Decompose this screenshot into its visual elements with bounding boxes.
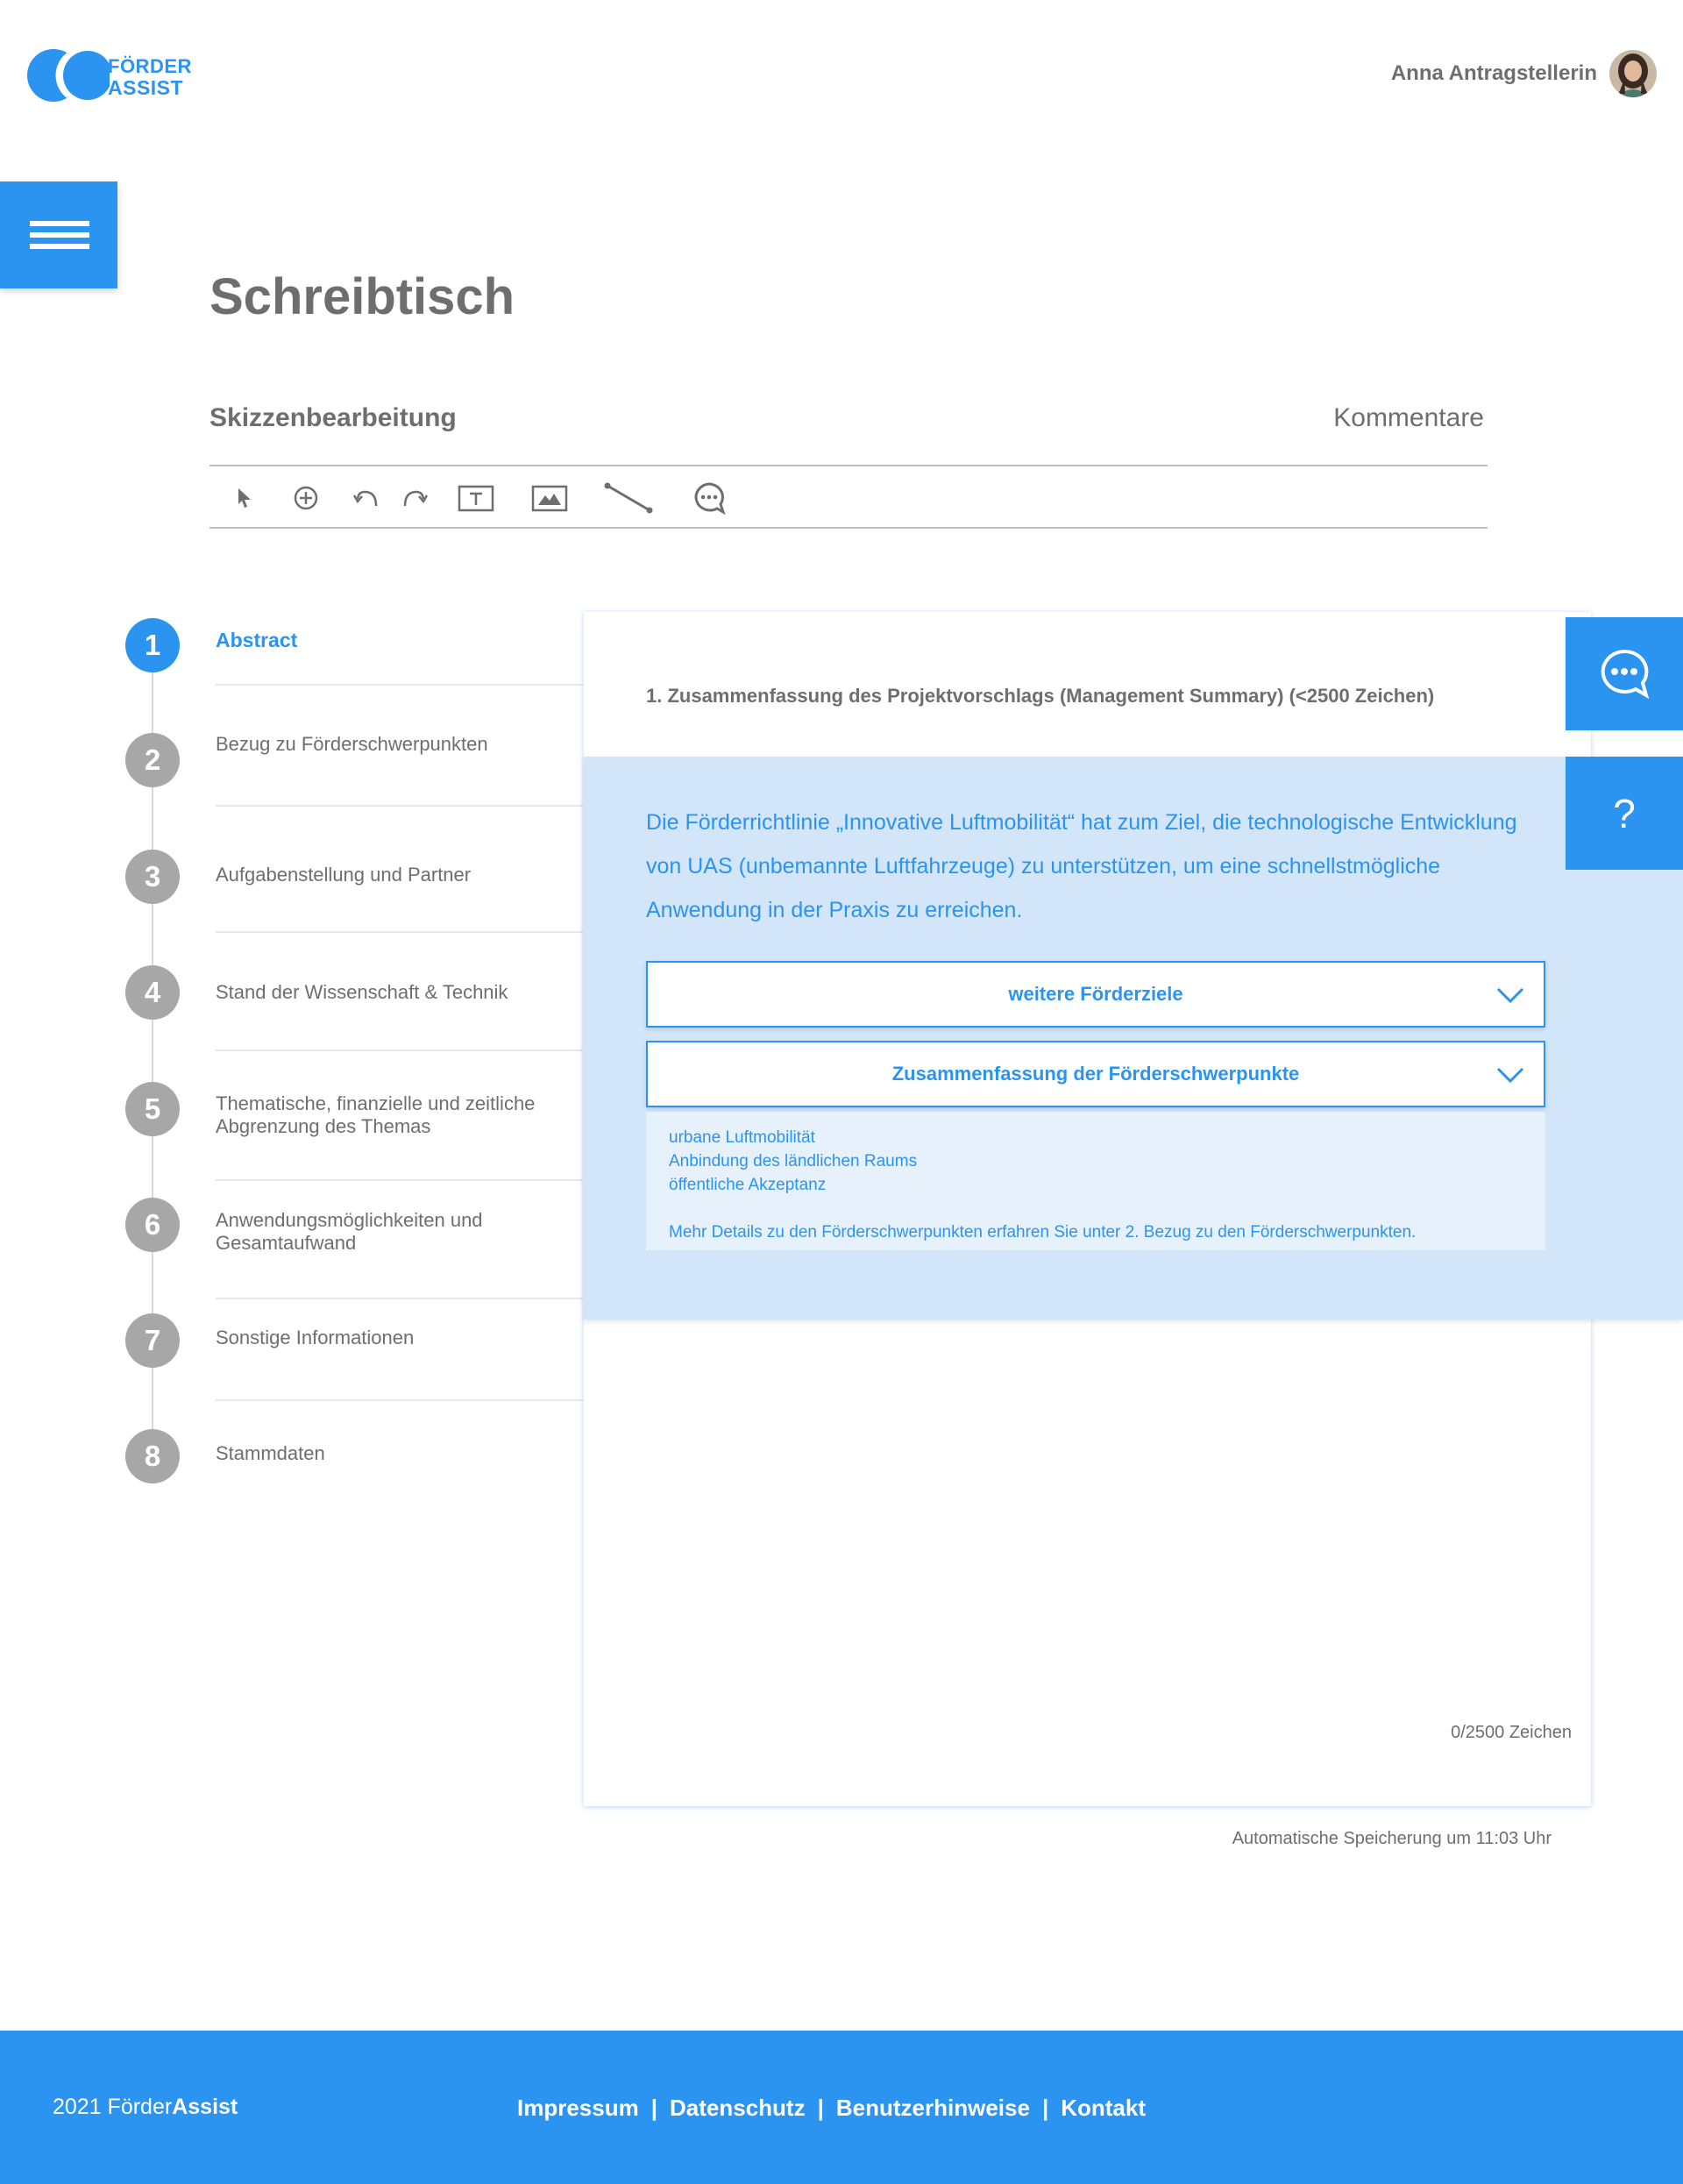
question-heading: 1. Zusammenfassung des Projektvorschlags… [646,685,1435,707]
character-counter: 0/2500 Zeichen [1451,1723,1572,1742]
editor-toolbar [209,465,1488,529]
step-divider [216,684,583,686]
chevron-down-icon [1496,1067,1524,1084]
comments-link[interactable]: Kommentare [1333,403,1484,433]
footer-link-kontakt[interactable]: Kontakt [1061,2095,1146,2122]
step-label: Aufgabenstellung und Partner [216,864,472,886]
line-tool-icon[interactable] [604,479,653,517]
logo-line2: ASSIST [108,76,184,99]
undo-icon[interactable] [352,479,383,517]
step-divider [216,805,583,807]
avatar[interactable] [1609,50,1657,97]
chat-button[interactable] [1566,617,1683,730]
editor-header: Skizzenbearbeitung Kommentare [209,403,1488,433]
chat-icon [1601,649,1650,699]
menu-bar [30,221,89,226]
step-label: Sonstige Informationen [216,1327,415,1348]
redo-icon[interactable] [398,479,430,517]
comment-tool-icon[interactable] [692,479,727,517]
footer-link-benutzerhinweise[interactable]: Benutzerhinweise [836,2095,1030,2122]
step-number: 4 [125,965,180,1020]
step-number: 2 [125,733,180,787]
menu-bar [30,244,89,249]
page-title: Schreibtisch [209,268,515,325]
user-menu[interactable]: Anna Antragstellerin [1391,50,1657,97]
step-label: Stammdaten [216,1442,325,1464]
step-divider [216,931,583,933]
accordion-foerderschwerpunkte[interactable]: Zusammenfassung der Förderschwerpunkte [646,1041,1545,1107]
step-divider [216,1298,583,1299]
autosave-status: Automatische Speicherung um 11:03 Uhr [1232,1829,1552,1848]
logo[interactable]: FÖRDER ASSIST [26,48,191,105]
help-icon: ? [1613,790,1636,836]
logo-text: FÖRDER ASSIST [108,55,192,99]
accordion-content: urbane Luftmobilität Anbindung des ländl… [646,1112,1545,1250]
step-label: Bezug zu Förderschwerpunkten [216,733,488,755]
footer-separator: | [650,2095,658,2121]
user-name: Anna Antragstellerin [1390,61,1597,85]
step-divider [216,1399,583,1401]
footer-year: 2021 Förder [53,2095,173,2119]
help-button[interactable]: ? [1566,757,1683,870]
hamburger-menu-button[interactable] [0,181,117,288]
logo-line1: FÖRDER [108,55,192,77]
logo-mark [27,49,110,102]
chevron-down-icon [1496,987,1524,1004]
menu-bar [30,232,89,238]
footer-brand: Assist [172,2095,238,2119]
accordion-foerderziele[interactable]: weitere Förderziele [646,961,1545,1028]
step-number: 7 [125,1313,180,1368]
footer-copyright: 2021 FörderAssist [53,2095,238,2120]
step-number: 8 [125,1429,180,1483]
info-text: Die Förderrichtlinie „Innovative Luftmob… [646,810,1517,922]
accordion-label: weitere Förderziele [1008,983,1183,1005]
user-avatar-icon [1609,50,1657,97]
list-item: Anbindung des ländlichen Raums [669,1152,918,1170]
editor-title: Skizzenbearbeitung [209,403,457,432]
footer-links: Impressum | Datenschutz | Benutzerhinwei… [517,2095,1146,2122]
list-item: urbane Luftmobilität [669,1128,815,1147]
step-number: 5 [125,1082,180,1136]
add-icon[interactable] [290,479,322,517]
footer: 2021 FörderAssist Impressum | Datenschut… [0,2031,1683,2184]
step-label: Anwendungsmöglichkeiten und Gesamtaufwan… [216,1209,483,1254]
footer-link-datenschutz[interactable]: Datenschutz [670,2095,806,2122]
image-tool-icon[interactable] [530,479,569,517]
step-number: 6 [125,1198,180,1252]
more-details-text: Mehr Details zu den Förderschwerpunkten … [669,1223,1417,1241]
list-item: öffentliche Akzeptanz [669,1176,827,1194]
text-tool-icon[interactable] [457,479,495,517]
info-panel: Die Förderrichtlinie „Innovative Luftmob… [584,757,1683,1320]
step-label: Stand der Wissenschaft & Technik [216,981,508,1003]
step-number: 1 [125,618,180,672]
step-divider [216,1049,583,1051]
step-divider [216,1179,583,1181]
footer-link-impressum[interactable]: Impressum [517,2095,639,2122]
footer-separator: | [1041,2095,1049,2121]
footer-separator: | [817,2095,824,2121]
step-label: Abstract [216,629,298,651]
step-number: 3 [125,850,180,904]
accordion-label: Zusammenfassung der Förderschwerpunkte [891,1063,1300,1085]
step-label: Thematische, finanzielle und zeitliche A… [216,1092,536,1137]
pointer-icon[interactable] [231,479,258,517]
